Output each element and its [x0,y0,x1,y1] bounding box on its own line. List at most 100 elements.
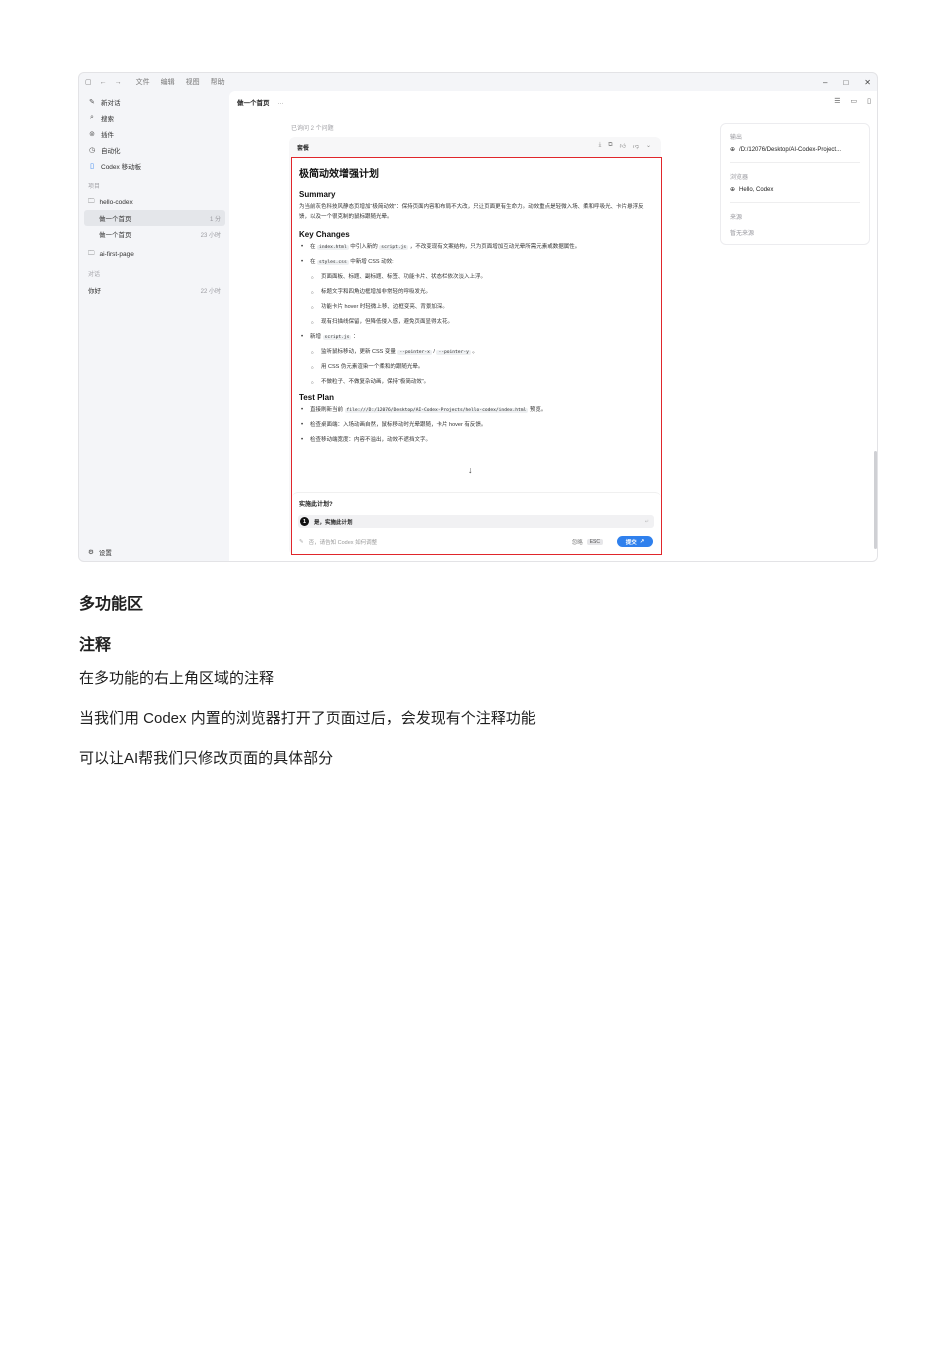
nav-label: 自动化 [101,148,121,155]
close-button[interactable]: ✕ [864,78,871,87]
thread-item[interactable]: 做一个首页 1 分 [84,210,225,226]
enter-icon: ↵ [644,518,649,525]
reply-field[interactable]: ✎ 否，请告知 Codex 如何调整 忽略 ESC 提交 ↗ [299,535,655,548]
option-implement[interactable]: 1 是，实施此计划 ↵ [298,515,654,528]
paragraph: 在多功能的右上角区域的注释 [79,670,275,687]
menu-edit[interactable]: 编辑 [161,77,175,87]
mobile-icon: ▯ [90,163,94,170]
pencil-icon: ✎ [299,538,304,545]
list-item: 检查移动端宽度：内容不溢出，动效不遮挡文字。 [299,436,654,446]
back-arrow-icon[interactable]: ← [100,79,107,86]
panel-icon[interactable]: ▯ [867,97,871,105]
menu-view[interactable]: 视图 [186,77,200,87]
list-subitem: 不做粒子、不做复杂动画，保持“极简动效”。 [299,378,654,388]
forward-arrow-icon[interactable]: → [115,79,122,86]
inline-code: index.html [317,245,349,250]
inline-code: file:///D:/12076/Desktop/AI-Codex-Projec… [344,408,529,413]
nav-automation[interactable]: ◷ 自动化 [79,142,229,158]
nav-new-chat[interactable]: ✎ 新对话 [79,94,229,110]
thumbs-up-icon[interactable]: 👍︎ [620,142,626,150]
section-heading: 多功能区 [79,596,144,613]
project-name: hello-codex [99,198,133,206]
highlight-box: 极简动效增强计划 Summary 为当前灰色科技风静态页增加“极简动效”：保持页… [291,157,662,555]
scroll-down-icon[interactable]: ↓ [468,465,473,475]
menu-help[interactable]: 帮助 [211,77,225,87]
nav-plugins[interactable]: ⊚ 插件 [79,126,229,142]
paragraph: 当我们用 Codex 内置的浏览器打开了页面过后，会发现有个注释功能 [79,710,536,727]
test-plan-heading: Test Plan [299,393,334,402]
list-subitem: 现有扫描线保留，但降低侵入感，避免页面显得太花。 [299,318,654,328]
thumbs-down-icon[interactable]: 👎︎ [633,142,639,150]
source-value: 暂无来源 [730,231,755,237]
title-bar: ▢ ← → 文件 编辑 视图 帮助 – □ ✕ [79,73,877,91]
list-subitem: 功能卡片 hover 时轻微上移、边框变亮、背景加深。 [299,303,654,313]
inline-code: script.js [379,245,409,250]
nav-label: Codex 移动板 [101,164,142,171]
key-changes-list: 在 index.html 中引入新的 script.js ，不改变现有文案结构，… [299,243,654,388]
browser-page[interactable]: ⊕ Hello, Codex [730,186,864,194]
paragraph: 可以让AI帮我们只修改页面的具体部分 [79,750,334,767]
new-chat-icon: ✎ [89,99,95,106]
more-options-icon[interactable]: ··· [277,100,284,107]
submit-button[interactable]: 提交 ↗ [617,536,653,547]
project-name: ai-first-page [99,250,134,258]
nav-search[interactable]: ⌕ 搜索 [79,110,229,126]
key-changes-heading: Key Changes [299,230,350,239]
globe-icon: ⊕ [730,147,736,153]
nav-label: 搜索 [101,116,114,123]
chats-section-label: 对话 [88,272,101,278]
thread-item[interactable]: 做一个首页 23 小时 [84,226,225,242]
clock-icon: ◷ [88,147,96,154]
implement-prompt: 实施此计划? 1 是，实施此计划 ↵ ✎ 否，请告知 Codex 如何调整 忽略… [292,492,661,554]
thread-time: 23 小时 [200,232,221,239]
divider [730,202,860,203]
terminal-icon[interactable]: ▭ [851,97,858,105]
minimize-button[interactable]: – [823,78,827,87]
list-item: 在 index.html 中引入新的 script.js ，不改变现有文案结构，… [299,243,654,253]
test-plan-list: 直接刷新当前 file:///D:/12076/Desktop/AI-Codex… [299,406,654,446]
scrollbar[interactable] [874,451,877,549]
nav-label: 新对话 [101,100,121,107]
list-item: 新增 script.js ： [299,333,654,343]
ignore-button[interactable]: 忽略 ESC [572,538,603,546]
summary-heading: Summary [299,190,336,199]
summary-text: 为当前灰色科技风静态页增加“极简动效”：保持页面内容和布局不大改，只让页面更有生… [299,204,644,220]
option-number: 1 [300,517,309,526]
projects-section-label: 项目 [88,184,101,190]
list-toggle-icon[interactable]: ☰ [834,97,840,105]
maximize-button[interactable]: □ [843,78,848,87]
settings-label: 设置 [98,550,112,557]
asked-questions-note: 已询问 2 个问题 [291,126,334,132]
subsection-heading: 注释 [79,637,112,654]
output-label: 输出 [730,135,743,141]
copy-icon[interactable]: ⧉ [608,142,612,150]
sidebar: ✎ 新对话 ⌕ 搜索 ⊚ 插件 ◷ 自动化 ▯ Codex 移动板 项目 🗀 h… [79,91,229,561]
nav-mobile[interactable]: ▯ Codex 移动板 [79,158,229,174]
thread-time: 1 分 [209,216,221,223]
thread-header: 做一个首页 ··· [237,97,284,107]
project-hello-codex[interactable]: 🗀 hello-codex [79,194,229,210]
submit-label: 提交 [625,539,637,546]
header-actions: ☰ ▭ ▯ [834,97,871,105]
output-path[interactable]: ⊕ /D:/12076/Desktop/AI-Codex-Project... [730,146,864,154]
download-icon[interactable]: ⤓ [599,142,602,150]
reply-placeholder: 否，请告知 Codex 如何调整 [308,539,378,546]
chevron-down-icon[interactable]: ⌄ [646,142,651,150]
menu-file[interactable]: 文件 [136,77,150,87]
plugin-icon: ⊚ [89,131,95,138]
codex-app-screenshot: ▢ ← → 文件 编辑 视图 帮助 – □ ✕ ✎ 新对话 ⌕ 搜索 ⊚ 插件 … [78,72,878,562]
thread-title: 做一个首页 [99,232,132,239]
browser-label: 浏览器 [730,175,749,181]
folder-icon: 🗀 [88,249,95,257]
project-ai-first-page[interactable]: 🗀 ai-first-page [79,246,229,262]
send-icon: ↗ [639,538,645,545]
chat-item[interactable]: 你好 22 小时 [84,282,225,298]
prompt-question: 实施此计划? [299,502,333,508]
sidebar-toggle-icon[interactable]: ▢ [85,78,92,86]
list-subitem: 用 CSS 伪元素渲染一个柔和的跟随光晕。 [299,363,654,373]
chat-time: 22 小时 [200,288,221,295]
right-panel: 输出 ⊕ /D:/12076/Desktop/AI-Codex-Project.… [720,123,870,245]
settings-button[interactable]: ⚙ 设置 [88,547,112,557]
folder-icon: 🗀 [88,197,95,205]
list-subitem: 页面面板、标题、副标题、标签、功能卡片、状态栏依次淡入上浮。 [299,273,654,283]
